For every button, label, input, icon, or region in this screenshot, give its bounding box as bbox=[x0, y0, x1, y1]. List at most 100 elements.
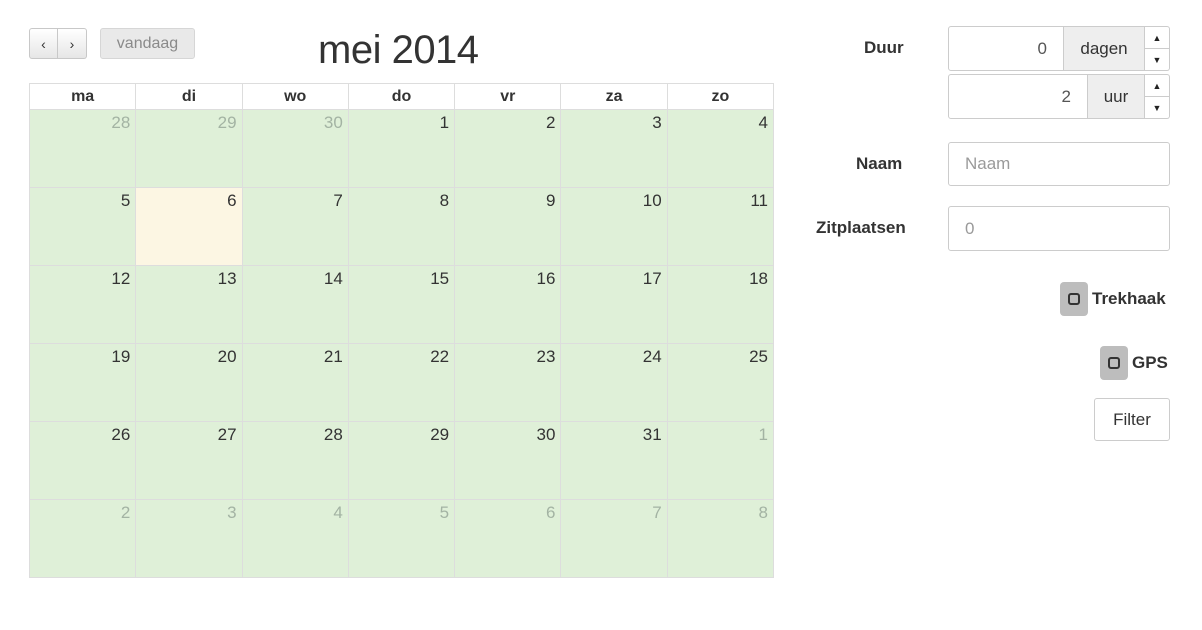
weekday-header: do bbox=[347, 83, 456, 110]
day-cell[interactable]: 12 bbox=[28, 265, 137, 344]
calendar-week-row: 19 20 21 22 23 24 25 bbox=[28, 343, 775, 422]
day-cell-other-month[interactable]: 7 bbox=[560, 499, 668, 578]
day-number: 19 bbox=[111, 347, 131, 366]
day-cell[interactable]: 20 bbox=[135, 343, 243, 422]
calendar-week-row: 2 3 4 5 6 7 8 bbox=[28, 499, 775, 578]
month-calendar: ma di wo do vr za zo 28 29 30 1 2 3 4 5 6 7 8 9 10 11… bbox=[28, 83, 775, 578]
day-cell[interactable]: 17 bbox=[560, 265, 668, 344]
day-number: 24 bbox=[642, 347, 662, 366]
towbar-checkbox[interactable] bbox=[1060, 282, 1088, 316]
day-cell-other-month[interactable]: 1 bbox=[666, 421, 775, 500]
day-number: 25 bbox=[749, 347, 768, 366]
weekday-header: di bbox=[135, 83, 243, 110]
day-cell[interactable]: 13 bbox=[135, 265, 243, 344]
day-number: 29 bbox=[430, 425, 450, 444]
calendar-body: 28 29 30 1 2 3 4 5 6 7 8 9 10 11 12 13 14 15 16 17 18 19 20 21 2… bbox=[28, 109, 775, 578]
day-number: 14 bbox=[323, 269, 343, 288]
day-cell-today[interactable]: 6 bbox=[135, 187, 243, 266]
hours-input[interactable] bbox=[948, 74, 1088, 119]
day-number: 30 bbox=[323, 113, 343, 132]
day-cell[interactable]: 24 bbox=[560, 343, 668, 422]
day-cell-other-month[interactable]: 3 bbox=[135, 499, 243, 578]
weekday-header: wo bbox=[241, 83, 349, 110]
day-cell[interactable]: 29 bbox=[347, 421, 456, 500]
day-cell[interactable]: 9 bbox=[454, 187, 562, 266]
calendar-week-row: 5 6 7 8 9 10 11 bbox=[28, 187, 775, 266]
day-cell-other-month[interactable]: 29 bbox=[135, 109, 243, 188]
day-cell[interactable]: 3 bbox=[560, 109, 668, 188]
day-number: 22 bbox=[430, 347, 450, 366]
seats-input[interactable] bbox=[948, 206, 1170, 251]
day-cell[interactable]: 25 bbox=[666, 343, 775, 422]
hours-increment-icon[interactable]: ▲ bbox=[1145, 75, 1169, 97]
day-cell-other-month[interactable]: 2 bbox=[28, 499, 137, 578]
day-number: 23 bbox=[536, 347, 556, 366]
day-cell[interactable]: 8 bbox=[347, 187, 456, 266]
day-cell[interactable]: 4 bbox=[666, 109, 775, 188]
hours-decrement-icon[interactable]: ▼ bbox=[1145, 97, 1169, 118]
next-month-button[interactable]: › bbox=[58, 28, 87, 59]
gps-checkbox[interactable] bbox=[1100, 346, 1128, 380]
day-cell[interactable]: 10 bbox=[560, 187, 668, 266]
calendar-nav: ‹ › bbox=[29, 28, 87, 59]
day-cell[interactable]: 28 bbox=[241, 421, 349, 500]
day-number: 4 bbox=[333, 503, 343, 522]
day-number: 17 bbox=[642, 269, 662, 288]
day-cell[interactable]: 15 bbox=[347, 265, 456, 344]
day-number: 1 bbox=[758, 425, 768, 444]
day-cell[interactable]: 19 bbox=[28, 343, 137, 422]
calendar-week-row: 28 29 30 1 2 3 4 bbox=[28, 109, 775, 188]
day-cell[interactable]: 11 bbox=[666, 187, 775, 266]
day-cell[interactable]: 18 bbox=[666, 265, 775, 344]
hours-spinner: ▲ ▼ bbox=[1145, 74, 1170, 119]
gps-option[interactable]: GPS bbox=[1100, 346, 1168, 380]
day-cell-other-month[interactable]: 5 bbox=[347, 499, 456, 578]
day-cell[interactable]: 22 bbox=[347, 343, 456, 422]
day-cell[interactable]: 2 bbox=[454, 109, 562, 188]
name-input[interactable] bbox=[948, 142, 1170, 186]
day-cell[interactable]: 30 bbox=[454, 421, 562, 500]
day-cell[interactable]: 27 bbox=[135, 421, 243, 500]
day-cell-other-month[interactable]: 28 bbox=[28, 109, 137, 188]
day-number: 3 bbox=[227, 503, 237, 522]
day-cell[interactable]: 1 bbox=[347, 109, 456, 188]
day-number: 30 bbox=[536, 425, 556, 444]
prev-month-button[interactable]: ‹ bbox=[29, 28, 58, 59]
towbar-label: Trekhaak bbox=[1092, 289, 1166, 308]
gps-label: GPS bbox=[1132, 353, 1168, 372]
day-cell[interactable]: 7 bbox=[241, 187, 349, 266]
day-number: 13 bbox=[217, 269, 237, 288]
day-cell-other-month[interactable]: 8 bbox=[666, 499, 775, 578]
day-cell-other-month[interactable]: 4 bbox=[241, 499, 349, 578]
day-number: 6 bbox=[227, 191, 237, 210]
day-number: 11 bbox=[750, 191, 768, 210]
day-cell-other-month[interactable]: 30 bbox=[241, 109, 349, 188]
day-number: 2 bbox=[545, 113, 556, 132]
day-number: 12 bbox=[111, 269, 131, 288]
day-number: 28 bbox=[323, 425, 343, 444]
calendar-title: mei 2014 bbox=[318, 28, 479, 72]
day-cell[interactable]: 23 bbox=[454, 343, 562, 422]
day-number: 7 bbox=[652, 503, 662, 522]
days-input[interactable] bbox=[948, 26, 1064, 71]
seats-label: Zitplaatsen bbox=[816, 218, 906, 237]
day-cell[interactable]: 31 bbox=[560, 421, 668, 500]
day-cell[interactable]: 5 bbox=[28, 187, 137, 266]
day-cell[interactable]: 14 bbox=[241, 265, 349, 344]
day-cell-other-month[interactable]: 6 bbox=[454, 499, 562, 578]
day-number: 15 bbox=[430, 269, 450, 288]
towbar-option[interactable]: Trekhaak bbox=[1060, 282, 1166, 316]
day-number: 6 bbox=[545, 503, 556, 522]
day-number: 7 bbox=[333, 191, 343, 210]
day-number: 10 bbox=[642, 191, 662, 210]
days-decrement-icon[interactable]: ▼ bbox=[1145, 49, 1169, 70]
day-cell[interactable]: 21 bbox=[241, 343, 349, 422]
day-cell[interactable]: 26 bbox=[28, 421, 137, 500]
weekday-header-row: ma di wo do vr za zo bbox=[28, 83, 775, 110]
days-increment-icon[interactable]: ▲ bbox=[1145, 27, 1169, 49]
today-button[interactable]: vandaag bbox=[100, 28, 195, 59]
day-number: 5 bbox=[120, 191, 131, 210]
day-number: 20 bbox=[217, 347, 237, 366]
filter-button[interactable]: Filter bbox=[1094, 398, 1170, 441]
day-cell[interactable]: 16 bbox=[454, 265, 562, 344]
